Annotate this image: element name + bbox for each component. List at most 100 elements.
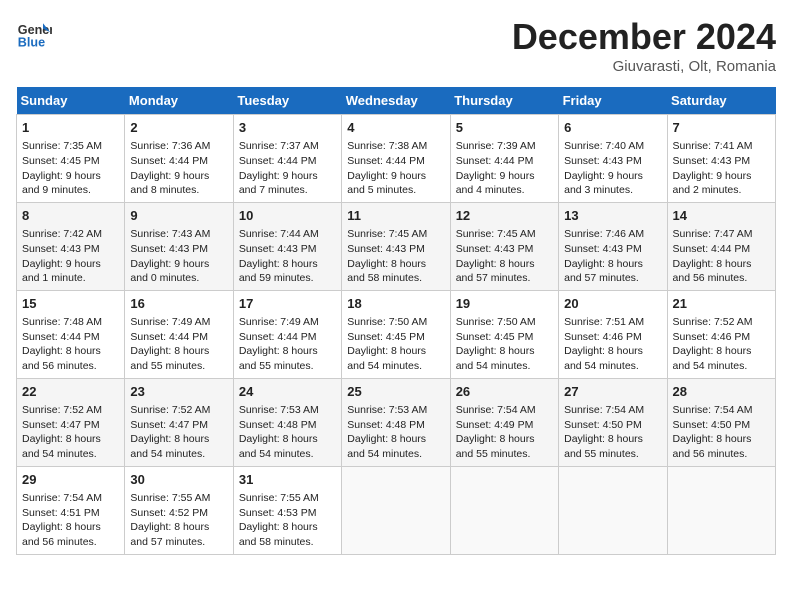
calendar-cell: 4Sunrise: 7:38 AMSunset: 4:44 PMDaylight… (342, 115, 450, 203)
day-number: 13 (564, 207, 661, 225)
sunrise-text: Sunrise: 7:54 AM (673, 404, 753, 416)
day-header-tuesday: Tuesday (233, 87, 341, 115)
sunset-text: Sunset: 4:46 PM (564, 331, 642, 343)
calendar-cell: 5Sunrise: 7:39 AMSunset: 4:44 PMDaylight… (450, 115, 558, 203)
daylight-text: Daylight: 8 hours and 54 minutes. (22, 433, 101, 460)
daylight-text: Daylight: 8 hours and 56 minutes. (673, 258, 752, 285)
calendar-week-row: 29Sunrise: 7:54 AMSunset: 4:51 PMDayligh… (17, 466, 776, 554)
sunrise-text: Sunrise: 7:54 AM (564, 404, 644, 416)
sunrise-text: Sunrise: 7:45 AM (347, 228, 427, 240)
sunset-text: Sunset: 4:52 PM (130, 507, 208, 519)
sunrise-text: Sunrise: 7:37 AM (239, 140, 319, 152)
page-title: December 2024 (512, 16, 776, 58)
daylight-text: Daylight: 8 hours and 55 minutes. (130, 345, 209, 372)
sunrise-text: Sunrise: 7:50 AM (347, 316, 427, 328)
day-number: 12 (456, 207, 553, 225)
calendar-cell: 31Sunrise: 7:55 AMSunset: 4:53 PMDayligh… (233, 466, 341, 554)
day-number: 3 (239, 119, 336, 137)
calendar-cell (667, 466, 775, 554)
sunrise-text: Sunrise: 7:55 AM (239, 492, 319, 504)
sunrise-text: Sunrise: 7:45 AM (456, 228, 536, 240)
sunrise-text: Sunrise: 7:36 AM (130, 140, 210, 152)
day-number: 24 (239, 383, 336, 401)
sunrise-text: Sunrise: 7:35 AM (22, 140, 102, 152)
calendar-table: SundayMondayTuesdayWednesdayThursdayFrid… (16, 87, 776, 555)
sunrise-text: Sunrise: 7:42 AM (22, 228, 102, 240)
sunrise-text: Sunrise: 7:43 AM (130, 228, 210, 240)
sunset-text: Sunset: 4:47 PM (22, 419, 100, 431)
daylight-text: Daylight: 8 hours and 54 minutes. (347, 345, 426, 372)
sunset-text: Sunset: 4:50 PM (564, 419, 642, 431)
calendar-cell: 9Sunrise: 7:43 AMSunset: 4:43 PMDaylight… (125, 202, 233, 290)
calendar-cell: 11Sunrise: 7:45 AMSunset: 4:43 PMDayligh… (342, 202, 450, 290)
day-number: 4 (347, 119, 444, 137)
daylight-text: Daylight: 8 hours and 54 minutes. (456, 345, 535, 372)
day-number: 9 (130, 207, 227, 225)
calendar-cell: 23Sunrise: 7:52 AMSunset: 4:47 PMDayligh… (125, 378, 233, 466)
calendar-week-row: 22Sunrise: 7:52 AMSunset: 4:47 PMDayligh… (17, 378, 776, 466)
sunset-text: Sunset: 4:48 PM (347, 419, 425, 431)
sunset-text: Sunset: 4:46 PM (673, 331, 751, 343)
sunrise-text: Sunrise: 7:53 AM (239, 404, 319, 416)
sunrise-text: Sunrise: 7:38 AM (347, 140, 427, 152)
calendar-cell (450, 466, 558, 554)
daylight-text: Daylight: 8 hours and 57 minutes. (456, 258, 535, 285)
day-number: 15 (22, 295, 119, 313)
calendar-cell: 17Sunrise: 7:49 AMSunset: 4:44 PMDayligh… (233, 290, 341, 378)
sunset-text: Sunset: 4:43 PM (130, 243, 208, 255)
sunset-text: Sunset: 4:47 PM (130, 419, 208, 431)
calendar-cell: 2Sunrise: 7:36 AMSunset: 4:44 PMDaylight… (125, 115, 233, 203)
calendar-cell: 25Sunrise: 7:53 AMSunset: 4:48 PMDayligh… (342, 378, 450, 466)
daylight-text: Daylight: 8 hours and 55 minutes. (564, 433, 643, 460)
sunrise-text: Sunrise: 7:49 AM (239, 316, 319, 328)
day-number: 11 (347, 207, 444, 225)
daylight-text: Daylight: 8 hours and 55 minutes. (239, 345, 318, 372)
page-header: General Blue December 2024 Giuvarasti, O… (16, 16, 776, 75)
calendar-cell: 29Sunrise: 7:54 AMSunset: 4:51 PMDayligh… (17, 466, 125, 554)
sunrise-text: Sunrise: 7:49 AM (130, 316, 210, 328)
sunset-text: Sunset: 4:44 PM (239, 331, 317, 343)
calendar-cell: 24Sunrise: 7:53 AMSunset: 4:48 PMDayligh… (233, 378, 341, 466)
sunset-text: Sunset: 4:48 PM (239, 419, 317, 431)
sunrise-text: Sunrise: 7:50 AM (456, 316, 536, 328)
daylight-text: Daylight: 8 hours and 59 minutes. (239, 258, 318, 285)
sunrise-text: Sunrise: 7:52 AM (22, 404, 102, 416)
daylight-text: Daylight: 9 hours and 9 minutes. (22, 170, 101, 197)
calendar-cell: 30Sunrise: 7:55 AMSunset: 4:52 PMDayligh… (125, 466, 233, 554)
page-subtitle: Giuvarasti, Olt, Romania (512, 58, 776, 75)
calendar-cell: 21Sunrise: 7:52 AMSunset: 4:46 PMDayligh… (667, 290, 775, 378)
calendar-cell: 13Sunrise: 7:46 AMSunset: 4:43 PMDayligh… (559, 202, 667, 290)
daylight-text: Daylight: 9 hours and 1 minute. (22, 258, 101, 285)
sunrise-text: Sunrise: 7:39 AM (456, 140, 536, 152)
day-number: 7 (673, 119, 770, 137)
day-number: 26 (456, 383, 553, 401)
calendar-cell: 15Sunrise: 7:48 AMSunset: 4:44 PMDayligh… (17, 290, 125, 378)
day-number: 18 (347, 295, 444, 313)
day-number: 20 (564, 295, 661, 313)
sunset-text: Sunset: 4:53 PM (239, 507, 317, 519)
sunset-text: Sunset: 4:43 PM (564, 243, 642, 255)
calendar-cell: 1Sunrise: 7:35 AMSunset: 4:45 PMDaylight… (17, 115, 125, 203)
calendar-cell (342, 466, 450, 554)
day-header-saturday: Saturday (667, 87, 775, 115)
daylight-text: Daylight: 9 hours and 5 minutes. (347, 170, 426, 197)
day-header-sunday: Sunday (17, 87, 125, 115)
day-header-monday: Monday (125, 87, 233, 115)
daylight-text: Daylight: 8 hours and 57 minutes. (130, 521, 209, 548)
day-number: 19 (456, 295, 553, 313)
day-number: 28 (673, 383, 770, 401)
sunset-text: Sunset: 4:43 PM (673, 155, 751, 167)
calendar-week-row: 1Sunrise: 7:35 AMSunset: 4:45 PMDaylight… (17, 115, 776, 203)
day-number: 21 (673, 295, 770, 313)
calendar-cell: 28Sunrise: 7:54 AMSunset: 4:50 PMDayligh… (667, 378, 775, 466)
sunset-text: Sunset: 4:51 PM (22, 507, 100, 519)
daylight-text: Daylight: 8 hours and 58 minutes. (239, 521, 318, 548)
sunset-text: Sunset: 4:50 PM (673, 419, 751, 431)
calendar-cell: 26Sunrise: 7:54 AMSunset: 4:49 PMDayligh… (450, 378, 558, 466)
logo-icon: General Blue (16, 16, 52, 52)
day-number: 29 (22, 471, 119, 489)
day-number: 10 (239, 207, 336, 225)
daylight-text: Daylight: 8 hours and 54 minutes. (347, 433, 426, 460)
calendar-cell: 16Sunrise: 7:49 AMSunset: 4:44 PMDayligh… (125, 290, 233, 378)
sunset-text: Sunset: 4:43 PM (564, 155, 642, 167)
